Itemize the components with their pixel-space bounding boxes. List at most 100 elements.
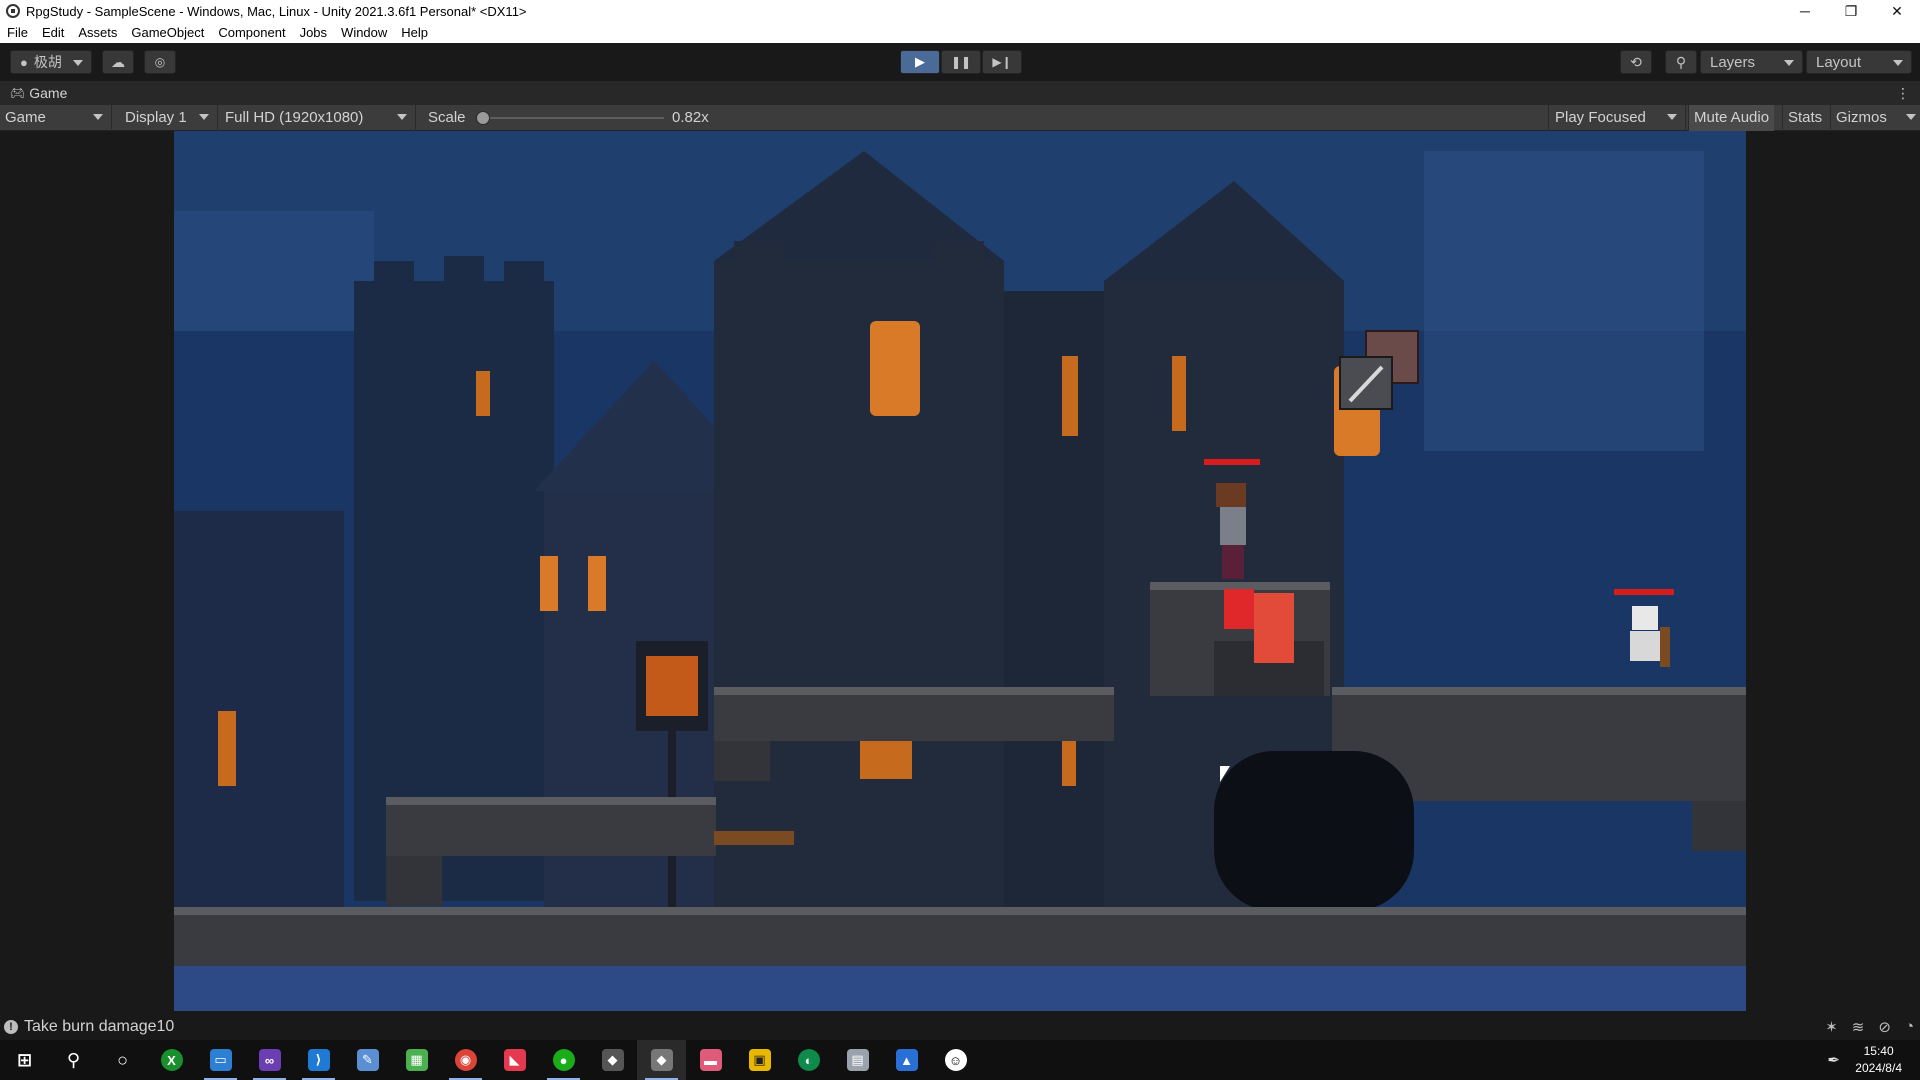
close-icon[interactable]: ✕ bbox=[1874, 0, 1920, 22]
layout-dropdown[interactable]: Layout bbox=[1806, 50, 1912, 74]
taskbar-app[interactable]: ◉ bbox=[441, 1040, 490, 1080]
burning-skeleton-enemy bbox=[1254, 593, 1294, 663]
display-dropdown[interactable]: Display 1 bbox=[120, 105, 218, 131]
gizmos-dropdown[interactable]: Gizmos bbox=[1830, 105, 1920, 131]
skeleton-weapon bbox=[1660, 627, 1670, 667]
taskbar-app[interactable]: ∞ bbox=[245, 1040, 294, 1080]
status-right-icons: ✶ ≋ ⊘ ◔ bbox=[1825, 1018, 1914, 1036]
scale-slider-handle[interactable] bbox=[476, 111, 490, 125]
taskbar-app[interactable]: X bbox=[147, 1040, 196, 1080]
history-icon: ⟲ bbox=[1630, 53, 1642, 70]
cache-icon[interactable]: ≋ bbox=[1852, 1018, 1865, 1036]
bug-icon[interactable]: ✶ bbox=[1825, 1018, 1838, 1036]
account-label: 极胡 bbox=[33, 54, 62, 70]
step-icon: ▶❙ bbox=[992, 55, 1012, 69]
menu-window[interactable]: Window bbox=[334, 22, 394, 43]
menu-gameobject[interactable]: GameObject bbox=[124, 22, 211, 43]
game-tab-bar: 🎮︎ Game ⋮ bbox=[0, 81, 1920, 105]
ground-base bbox=[174, 966, 1746, 1011]
start-button[interactable]: ⊞ bbox=[0, 1040, 49, 1080]
platform-edge bbox=[714, 687, 1114, 695]
taskbar-app[interactable]: ▣ bbox=[735, 1040, 784, 1080]
taskbar-app[interactable]: ◆ bbox=[588, 1040, 637, 1080]
view-mode-dropdown[interactable]: Game bbox=[0, 105, 112, 131]
search-icon: ⚲ bbox=[1675, 53, 1687, 70]
menu-edit[interactable]: Edit bbox=[35, 22, 71, 43]
menu-jobs[interactable]: Jobs bbox=[293, 22, 334, 43]
taskbar-app[interactable]: ● bbox=[539, 1040, 588, 1080]
stone-platform-left bbox=[386, 801, 716, 856]
pen-icon[interactable]: ✒ bbox=[1827, 1051, 1840, 1069]
window-lit bbox=[476, 371, 490, 416]
step-button[interactable]: ▶❙ bbox=[982, 50, 1022, 74]
chevron-down-icon bbox=[73, 60, 83, 66]
console-status-bar[interactable]: ! Take burn damage10 ✶ ≋ ⊘ ◔ bbox=[0, 1015, 1920, 1039]
more-options-icon[interactable]: ⋮ bbox=[1896, 85, 1910, 102]
chevron-down-icon bbox=[1906, 114, 1916, 120]
taskbar-app[interactable]: ▭ bbox=[196, 1040, 245, 1080]
window-lit bbox=[1062, 356, 1078, 436]
tab-game[interactable]: 🎮︎ Game bbox=[0, 81, 75, 105]
account-icon: ● bbox=[20, 54, 28, 70]
minimize-icon[interactable]: ─ bbox=[1782, 0, 1828, 22]
collab-button[interactable]: ◎ bbox=[144, 50, 176, 74]
task-view-icon: ○ bbox=[117, 1049, 128, 1070]
taskbar-app[interactable]: ◣ bbox=[490, 1040, 539, 1080]
taskbar-app[interactable]: ☺ bbox=[931, 1040, 980, 1080]
taskbar-app[interactable]: ◆ bbox=[637, 1040, 686, 1080]
play-button[interactable]: ▶ bbox=[900, 50, 940, 74]
stats-toggle[interactable]: Stats bbox=[1782, 105, 1827, 131]
bg-tower-crenel bbox=[374, 261, 414, 291]
progress-icon[interactable]: ◔ bbox=[1905, 1018, 1914, 1036]
scale-slider-track[interactable] bbox=[484, 117, 664, 119]
lantern-light bbox=[646, 656, 698, 716]
restore-icon[interactable]: ❐ bbox=[1828, 0, 1874, 22]
layers-dropdown[interactable]: Layers bbox=[1700, 50, 1803, 74]
cloud-left bbox=[174, 211, 374, 331]
taskbar-search[interactable]: ⚲ bbox=[49, 1040, 98, 1080]
task-view-button[interactable]: ○ bbox=[98, 1040, 147, 1080]
system-clock[interactable]: 15:40 2024/8/4 bbox=[1855, 1043, 1902, 1077]
stone-block bbox=[714, 741, 770, 781]
menu-file[interactable]: File bbox=[0, 22, 35, 43]
play-mode-dropdown[interactable]: Play Focused bbox=[1548, 105, 1686, 131]
stone-block bbox=[386, 856, 442, 906]
history-button[interactable]: ⟲ bbox=[1620, 50, 1652, 74]
mute-audio-toggle[interactable]: Mute Audio bbox=[1688, 105, 1775, 131]
chrome-icon: ◉ bbox=[454, 1049, 477, 1071]
bg-tower-crenel bbox=[444, 256, 484, 291]
bg-tower-crenel bbox=[504, 261, 544, 291]
resolution-dropdown[interactable]: Full HD (1920x1080) bbox=[220, 105, 416, 131]
gizmos-label: Gizmos bbox=[1836, 109, 1887, 126]
search-button[interactable]: ⚲ bbox=[1665, 50, 1697, 74]
stone-block bbox=[1692, 801, 1746, 851]
play-mode-label: Play Focused bbox=[1555, 109, 1646, 126]
vscode-icon: ⟩ bbox=[307, 1049, 330, 1071]
layers-label: Layers bbox=[1710, 53, 1756, 71]
taskbar-app[interactable]: ▬ bbox=[686, 1040, 735, 1080]
layout-label: Layout bbox=[1816, 53, 1862, 71]
menu-component[interactable]: Component bbox=[211, 22, 292, 43]
unity-logo-icon bbox=[6, 4, 20, 18]
taskbar-app[interactable]: ✎ bbox=[343, 1040, 392, 1080]
game-view-toolbar: Game Display 1 Full HD (1920x1080) Scale… bbox=[0, 105, 1920, 131]
taskbar-app[interactable]: ◐ bbox=[784, 1040, 833, 1080]
menu-help[interactable]: Help bbox=[394, 22, 435, 43]
title-bar: RpgStudy - SampleScene - Windows, Mac, L… bbox=[0, 0, 1920, 22]
account-dropdown[interactable]: ● 极胡 bbox=[10, 50, 92, 74]
castle-crenel bbox=[934, 241, 984, 271]
network-icon[interactable]: ⊘ bbox=[1878, 1018, 1891, 1036]
cloud-button[interactable]: ☁ bbox=[102, 50, 134, 74]
cloud-right bbox=[1424, 151, 1704, 451]
taskbar-app[interactable]: ▦ bbox=[392, 1040, 441, 1080]
scale-value: 0.82x bbox=[672, 109, 709, 126]
taskbar-app[interactable]: ▲ bbox=[882, 1040, 931, 1080]
yellow-app-icon: ▣ bbox=[748, 1049, 771, 1071]
taskbar-app[interactable]: ▤ bbox=[833, 1040, 882, 1080]
taskbar-app[interactable]: ⟩ bbox=[294, 1040, 343, 1080]
mouse-cursor-icon bbox=[1220, 766, 1230, 782]
menu-assets[interactable]: Assets bbox=[71, 22, 124, 43]
game-viewport[interactable] bbox=[174, 131, 1746, 1011]
pause-button[interactable]: ❚❚ bbox=[941, 50, 981, 74]
view-mode-label: Game bbox=[5, 109, 46, 126]
